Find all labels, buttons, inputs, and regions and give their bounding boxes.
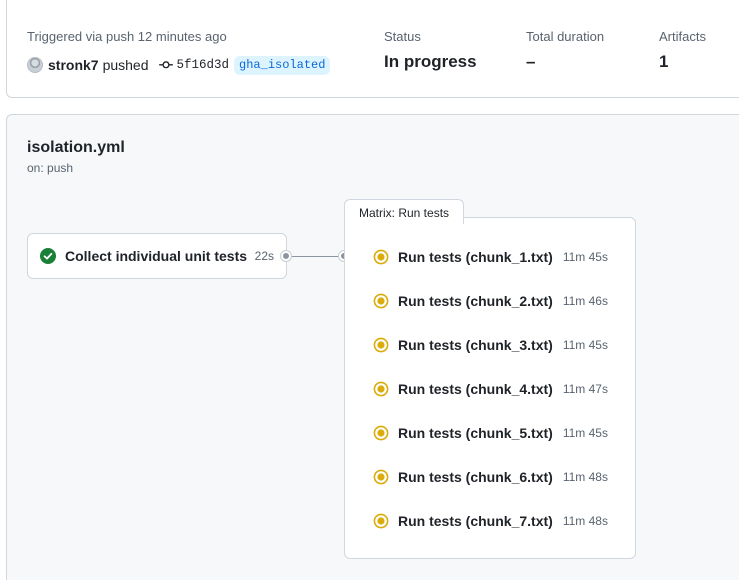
artifacts-stat: Artifacts 1 — [659, 29, 706, 72]
connector-start-dot — [281, 251, 291, 261]
run-duration: 11m 45s — [562, 250, 608, 264]
matrix-title: Matrix: Run tests — [344, 199, 465, 224]
matrix-run-item[interactable]: Run tests (chunk_4.txt) 11m 47s — [373, 378, 608, 400]
in-progress-icon — [373, 425, 389, 441]
trigger-text: Triggered via push 12 minutes ago — [27, 29, 227, 44]
duration-stat: Total duration – — [526, 29, 604, 72]
check-circle-fill-icon — [40, 248, 56, 264]
run-duration: 11m 46s — [562, 294, 608, 308]
avatar[interactable] — [27, 57, 43, 73]
job-collect-tests[interactable]: Collect individual unit tests 22s — [27, 233, 287, 279]
status-label: Status — [384, 29, 421, 44]
workflow-name: isolation.yml — [27, 139, 125, 156]
commit-sha-link[interactable]: 5f16d3d — [177, 58, 230, 72]
in-progress-icon — [373, 513, 389, 529]
branch-label[interactable]: gha_isolated — [234, 55, 331, 75]
matrix-run-item[interactable]: Run tests (chunk_2.txt) 11m 46s — [373, 290, 608, 312]
run-name: Run tests (chunk_3.txt) — [398, 337, 553, 353]
matrix-run-item[interactable]: Run tests (chunk_3.txt) 11m 45s — [373, 334, 608, 356]
run-duration: 11m 48s — [562, 470, 608, 484]
in-progress-icon — [373, 249, 389, 265]
matrix-run-item[interactable]: Run tests (chunk_1.txt) 11m 45s — [373, 246, 608, 268]
run-name: Run tests (chunk_1.txt) — [398, 249, 553, 265]
actor-link[interactable]: stronk7 — [48, 57, 99, 73]
actor-row: stronk7 pushed 5f16d3d gha_isolated — [27, 55, 331, 75]
run-duration: 11m 47s — [562, 382, 608, 396]
artifacts-label: Artifacts — [659, 29, 706, 44]
run-name: Run tests (chunk_5.txt) — [398, 425, 553, 441]
git-commit-icon — [158, 58, 173, 72]
job-name: Collect individual unit tests — [65, 248, 248, 264]
actor-action: pushed — [102, 57, 149, 73]
status-value: In progress — [384, 52, 477, 71]
duration-label: Total duration — [526, 29, 605, 44]
matrix-run-item[interactable]: Run tests (chunk_6.txt) 11m 48s — [373, 466, 608, 488]
job-connector-line — [287, 256, 345, 257]
in-progress-icon — [373, 293, 389, 309]
matrix-run-item[interactable]: Run tests (chunk_7.txt) 11m 48s — [373, 510, 608, 532]
run-name: Run tests (chunk_2.txt) — [398, 293, 553, 309]
run-duration: 11m 45s — [562, 426, 608, 440]
in-progress-icon — [373, 381, 389, 397]
run-duration: 11m 48s — [562, 514, 608, 528]
job-duration: 22s — [254, 249, 274, 263]
workflow-trigger: on: push — [27, 161, 74, 175]
run-duration: 11m 45s — [562, 338, 608, 352]
run-name: Run tests (chunk_4.txt) — [398, 381, 553, 397]
matrix-run-tests: Run tests (chunk_1.txt) 11m 45s Run tests … — [344, 217, 636, 559]
duration-value: – — [526, 52, 536, 71]
in-progress-icon — [373, 337, 389, 353]
run-name: Run tests (chunk_7.txt) — [398, 513, 553, 529]
run-summary: Triggered via push 12 minutes ago stronk… — [6, 0, 739, 98]
workflow-graph: isolation.yml on: push Collect individua… — [6, 114, 739, 580]
status-stat: Status In progress — [384, 29, 477, 72]
in-progress-icon — [373, 469, 389, 485]
matrix-run-item[interactable]: Run tests (chunk_5.txt) 11m 45s — [373, 422, 608, 444]
run-name: Run tests (chunk_6.txt) — [398, 469, 553, 485]
artifacts-value[interactable]: 1 — [659, 52, 706, 72]
